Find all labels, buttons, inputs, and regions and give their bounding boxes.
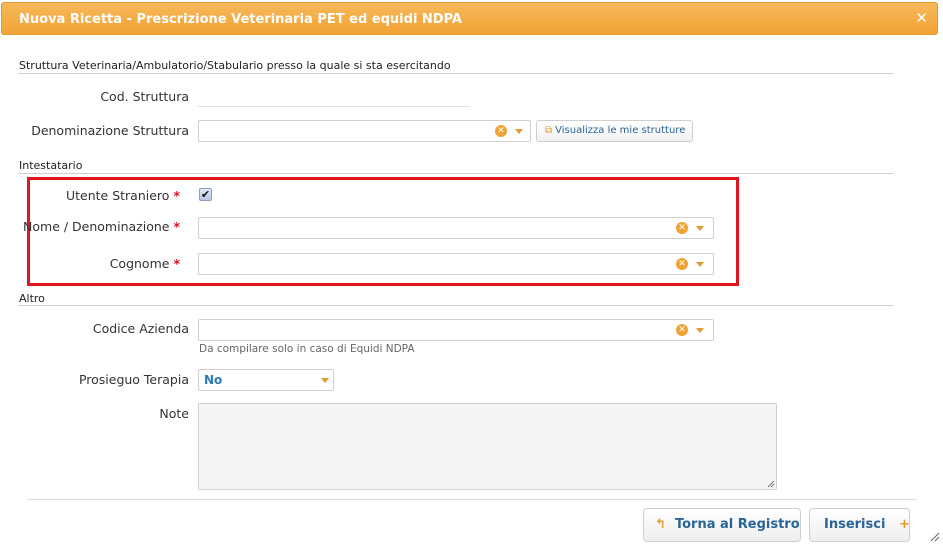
- back-arrow-icon: ↰: [655, 517, 666, 532]
- dialog-titlebar: Nuova Ricetta - Prescrizione Veterinaria…: [1, 2, 938, 35]
- clear-icon[interactable]: ✕: [676, 222, 688, 234]
- clear-icon[interactable]: ✕: [676, 258, 688, 270]
- prosieguo-terapia-value: No: [204, 373, 223, 387]
- cognome-combobox[interactable]: ✕: [198, 253, 714, 275]
- note-label: Note: [159, 406, 189, 421]
- required-mark: *: [173, 256, 180, 271]
- chevron-down-icon[interactable]: [696, 262, 704, 267]
- inserisci-button[interactable]: Inserisci +: [809, 508, 910, 542]
- chevron-down-icon[interactable]: [321, 378, 329, 383]
- section-divider: [18, 305, 893, 306]
- section-divider: [18, 73, 893, 74]
- required-mark: *: [173, 188, 180, 203]
- visualizza-strutture-label: Visualizza le mie strutture: [555, 125, 686, 136]
- clear-icon[interactable]: ✕: [676, 324, 688, 336]
- section-struttura-label: Struttura Veterinaria/Ambulatorio/Stabul…: [19, 59, 451, 72]
- section-altro-label: Altro: [19, 292, 45, 305]
- torna-registro-label: Torna al Registro: [674, 517, 800, 532]
- inserisci-label: Inserisci: [824, 517, 886, 532]
- chevron-down-icon[interactable]: [515, 129, 523, 134]
- dialog-title: Nuova Ricetta - Prescrizione Veterinaria…: [19, 12, 462, 27]
- prosieguo-terapia-select[interactable]: No: [198, 369, 334, 391]
- dialog-window: Nuova Ricetta - Prescrizione Veterinaria…: [0, 0, 943, 545]
- required-mark: *: [173, 219, 180, 234]
- nome-denominazione-label: Nome / Denominazione *: [20, 219, 180, 234]
- close-icon[interactable]: ✕: [915, 9, 928, 27]
- codice-azienda-label: Codice Azienda: [92, 321, 189, 336]
- cod-struttura-value: [198, 106, 470, 107]
- denominazione-struttura-label: Denominazione Struttura: [31, 123, 189, 138]
- torna-registro-button[interactable]: ↰ Torna al Registro: [643, 508, 801, 542]
- cognome-label: Cognome *: [20, 256, 180, 271]
- clear-icon[interactable]: ✕: [495, 125, 507, 137]
- nome-denominazione-text: Nome / Denominazione: [23, 219, 170, 234]
- cognome-text: Cognome: [109, 256, 170, 271]
- chevron-down-icon[interactable]: [696, 328, 704, 333]
- resize-grip-icon[interactable]: [767, 480, 775, 488]
- section-divider: [18, 173, 893, 174]
- visualizza-strutture-button[interactable]: ⧉ Visualizza le mie strutture: [536, 120, 693, 142]
- cod-struttura-label: Cod. Struttura: [100, 89, 189, 104]
- utente-straniero-text: Utente Straniero: [65, 188, 170, 203]
- section-intestatario-label: Intestatario: [19, 159, 83, 172]
- footer-divider: [27, 499, 917, 500]
- codice-azienda-hint: Da compilare solo in caso di Equidi NDPA: [199, 343, 415, 355]
- utente-straniero-label: Utente Straniero *: [20, 188, 180, 203]
- utente-straniero-checkbox[interactable]: ✔: [199, 188, 212, 201]
- plus-icon: +: [899, 517, 910, 532]
- denominazione-struttura-combobox[interactable]: ✕: [198, 120, 531, 142]
- nome-denominazione-combobox[interactable]: ✕: [198, 217, 714, 239]
- note-textarea[interactable]: [198, 403, 777, 490]
- chevron-down-icon[interactable]: [696, 226, 704, 231]
- codice-azienda-combobox[interactable]: ✕: [198, 319, 714, 341]
- window-resize-icon[interactable]: [930, 532, 940, 542]
- prosieguo-terapia-label: Prosieguo Terapia: [78, 372, 189, 387]
- external-window-icon: ⧉: [545, 125, 553, 136]
